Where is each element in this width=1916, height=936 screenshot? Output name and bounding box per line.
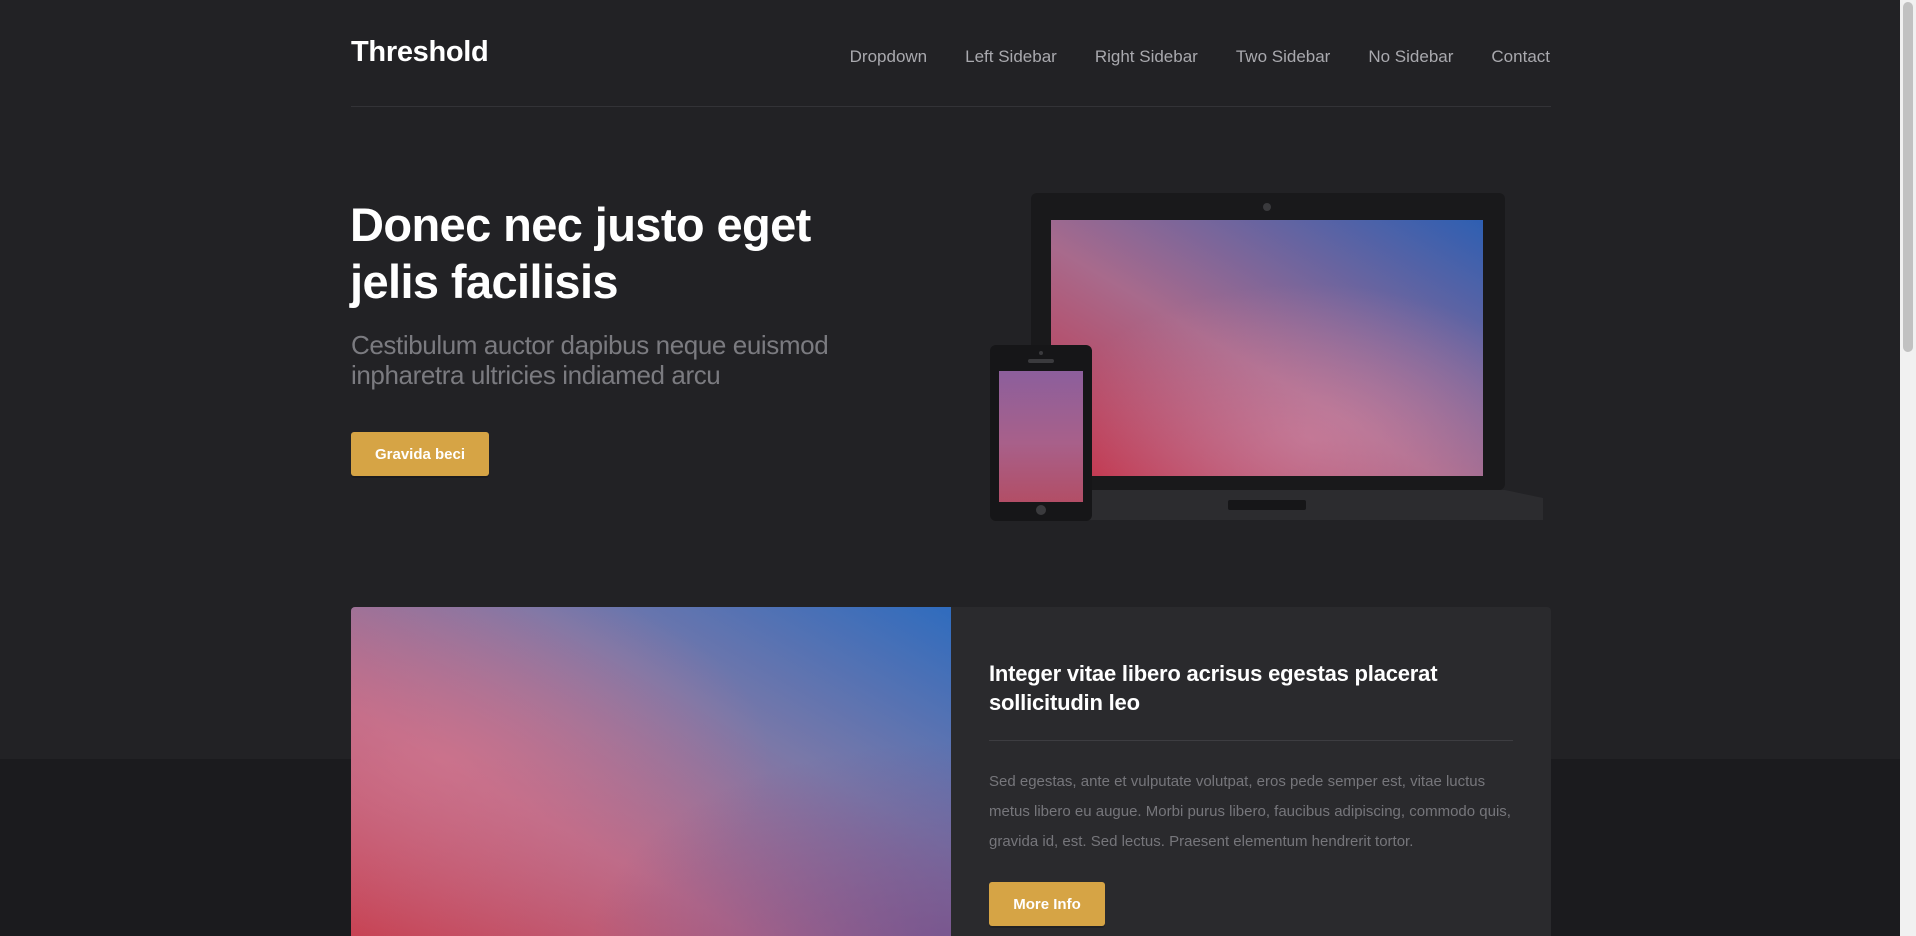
hero-cta-button[interactable]: Gravida beci: [351, 432, 489, 476]
feature-title: Integer vitae libero acrisus egestas pla…: [989, 661, 1438, 715]
hero-title: Donec nec justo eget jelis facilisis: [350, 198, 811, 308]
feature-divider: [989, 740, 1513, 741]
nav-item-dropdown[interactable]: Dropdown: [850, 47, 928, 67]
phone-speaker: [1028, 359, 1054, 363]
feature-image: [351, 607, 951, 936]
laptop-trackpad-notch: [1228, 500, 1306, 510]
scrollbar-thumb[interactable]: [1903, 2, 1913, 352]
more-info-button[interactable]: More Info: [989, 882, 1105, 926]
nav-item-two-sidebar[interactable]: Two Sidebar: [1236, 47, 1331, 67]
page: Threshold Dropdown Left Sidebar Right Si…: [0, 0, 1916, 936]
feature-text: Sed egestas, ante et vulputate volutpat,…: [989, 773, 1511, 850]
main-nav: Dropdown Left Sidebar Right Sidebar Two …: [850, 47, 1550, 67]
header-divider: [351, 106, 1551, 107]
devices-illustration: [990, 193, 1543, 521]
nav-item-contact[interactable]: Contact: [1491, 47, 1550, 67]
laptop-camera: [1263, 203, 1271, 211]
phone-home-button: [1036, 505, 1046, 515]
phone-camera: [1039, 351, 1043, 355]
nav-item-no-sidebar[interactable]: No Sidebar: [1368, 47, 1453, 67]
scrollbar[interactable]: [1900, 0, 1916, 936]
hero-subtitle: Cestibulum auctor dapibus neque euismod …: [351, 330, 829, 390]
site-logo[interactable]: Threshold: [351, 36, 489, 69]
feature-card: Integer vitae libero acrisus egestas pla…: [351, 607, 1551, 936]
phone-screen: [999, 371, 1083, 502]
nav-item-right-sidebar[interactable]: Right Sidebar: [1095, 47, 1198, 67]
nav-item-left-sidebar[interactable]: Left Sidebar: [965, 47, 1057, 67]
